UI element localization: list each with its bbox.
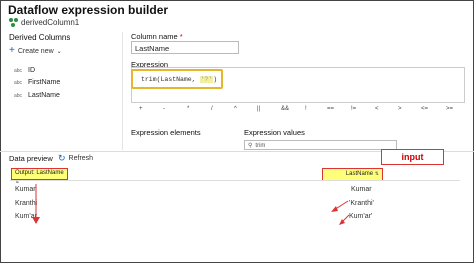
derived-columns-title: Derived Columns: [9, 33, 71, 42]
expression-values-filter[interactable]: ⚲ trim: [244, 140, 397, 150]
panel-divider: [122, 32, 123, 150]
required-indicator: *: [179, 32, 183, 41]
sort-icon: ⇅: [374, 171, 379, 177]
input-cell: Kumar: [351, 186, 372, 193]
operator-less-equal-button[interactable]: <=: [421, 106, 428, 112]
column-item-firstname[interactable]: abc FirstName: [14, 79, 60, 86]
operator-multiply-button[interactable]: *: [187, 106, 189, 112]
grid-header-divider: [10, 180, 460, 181]
output-column-header[interactable]: Output: LastName ⇅: [11, 168, 68, 185]
refresh-icon: ↻: [58, 153, 66, 163]
refresh-label: Refresh: [68, 155, 94, 162]
expression-code[interactable]: trim(LastName, '?'): [141, 76, 217, 83]
input-cell: Kum'ar': [349, 213, 373, 220]
column-item-label: FirstName: [28, 79, 61, 86]
column-name-label-text: Column name: [131, 32, 178, 41]
operator-not-equal-button[interactable]: !=: [351, 106, 356, 112]
column-item-lastname[interactable]: abc LastName: [14, 92, 60, 99]
expression-elements-label: Expression elements: [131, 128, 201, 137]
operator-or-button[interactable]: ||: [257, 106, 260, 112]
window-subtitle: derivedColumn1: [9, 18, 79, 27]
input-annotation-callout: input: [381, 149, 444, 165]
create-new-label: Create new: [17, 47, 54, 55]
output-annotation-arrow: [32, 184, 40, 224]
derived-column-icon: [9, 18, 18, 27]
data-preview-title: Data preview: [9, 154, 53, 163]
operator-minus-button[interactable]: -: [163, 106, 165, 112]
column-name-label: Column name *: [131, 32, 183, 41]
create-new-button[interactable]: + Create new ⌄: [9, 46, 62, 56]
operator-not-button[interactable]: !: [305, 106, 307, 112]
input-annotation-arrow-1: [331, 200, 349, 212]
string-type-icon: abc: [14, 67, 23, 74]
refresh-button[interactable]: ↻ Refresh: [58, 153, 93, 164]
operator-and-button[interactable]: &&: [281, 106, 289, 112]
operator-power-button[interactable]: ^: [234, 106, 237, 112]
plus-icon: +: [9, 45, 15, 56]
derived-columns-panel: Derived Columns + Create new ⌄ abc ID ab…: [8, 32, 118, 150]
operators-toolbar: + - * / ^ || && ! == != < > <= >=: [131, 105, 469, 117]
string-type-icon: abc: [14, 79, 23, 86]
expression-selected-text: '?': [199, 76, 214, 83]
expression-code-prefix: trim(LastName,: [141, 76, 200, 83]
input-cell: 'Kranthi': [349, 200, 374, 207]
expression-values-label: Expression values: [244, 128, 305, 137]
filter-icon: ⚲: [248, 143, 253, 149]
operator-equal-button[interactable]: ==: [327, 106, 334, 112]
operator-greater-equal-button[interactable]: >=: [446, 106, 453, 112]
derived-column-name: derivedColumn1: [21, 18, 80, 27]
chevron-down-icon: ⌄: [56, 48, 62, 55]
operator-divide-button[interactable]: /: [211, 106, 213, 112]
string-type-icon: abc: [14, 92, 23, 99]
operator-less-button[interactable]: <: [375, 106, 379, 112]
window-title: Dataflow expression builder: [8, 3, 169, 17]
column-item-label: LastName: [28, 92, 60, 99]
output-column-header-label: Output: LastName: [15, 170, 64, 176]
column-name-input[interactable]: LastName: [131, 41, 239, 54]
expression-values-filter-text: trim: [255, 143, 266, 149]
input-annotation-arrow-2: [339, 214, 350, 225]
input-column-header-label: LastName: [345, 171, 374, 177]
column-item-id[interactable]: abc ID: [14, 67, 35, 74]
expression-code-suffix: ): [213, 76, 218, 83]
operator-greater-button[interactable]: >: [398, 106, 402, 112]
operator-plus-button[interactable]: +: [139, 106, 143, 112]
column-item-label: ID: [28, 67, 35, 74]
